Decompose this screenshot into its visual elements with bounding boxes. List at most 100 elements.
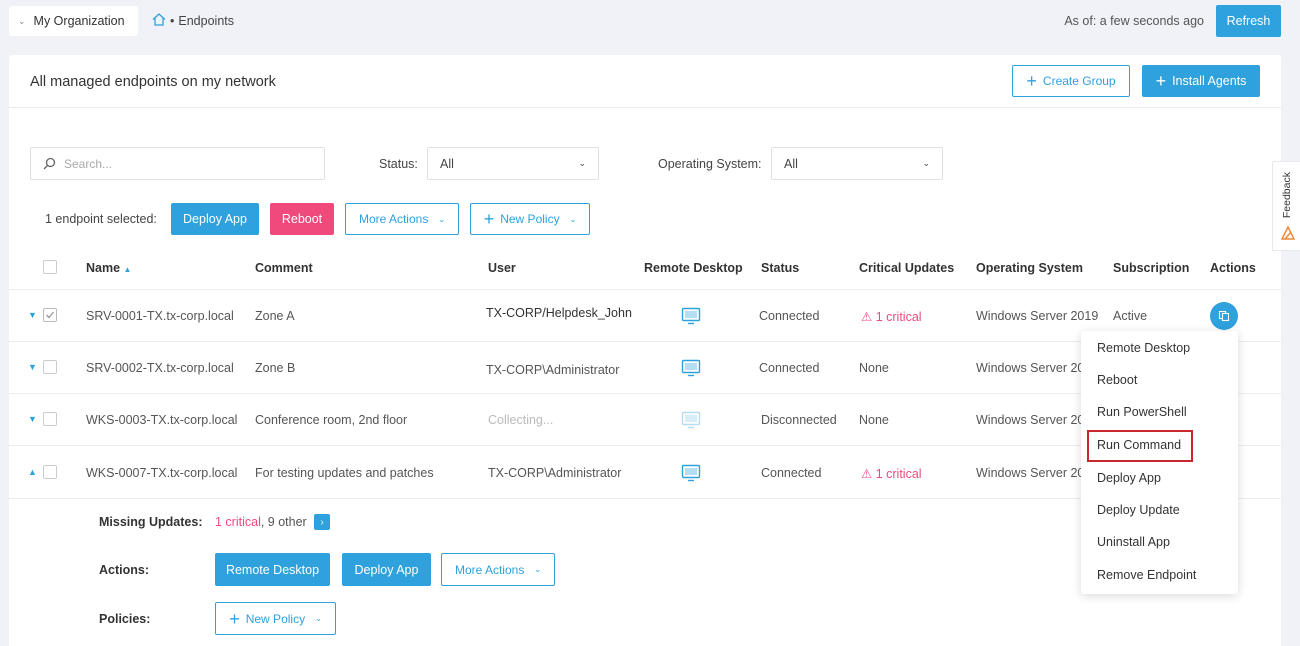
- endpoint-name[interactable]: WKS-0003-TX.tx-corp.local: [86, 413, 237, 427]
- critical-updates-value: None: [859, 361, 889, 375]
- os-filter-select[interactable]: All ⌄: [771, 147, 943, 180]
- endpoint-comment: Zone B: [255, 361, 296, 375]
- create-group-label: Create Group: [1042, 74, 1116, 88]
- detail-deploy-app-button[interactable]: Deploy App: [342, 553, 431, 586]
- new-policy-label: New Policy: [500, 212, 560, 226]
- top-bar: ⌄ My Organization • Endpoints As of: a f…: [0, 0, 1300, 42]
- bulk-more-actions-button[interactable]: More Actions ⌄: [345, 203, 459, 235]
- menu-item-reboot[interactable]: Reboot: [1097, 373, 1137, 387]
- breadcrumb-endpoints[interactable]: Endpoints: [178, 14, 234, 28]
- row-checkbox-checked[interactable]: [43, 308, 57, 322]
- feedback-icon: [1280, 225, 1296, 244]
- new-policy-label: New Policy: [245, 611, 306, 626]
- endpoint-name[interactable]: SRV-0001-TX.tx-corp.local: [86, 309, 234, 323]
- install-agents-label: Install Agents: [1172, 74, 1247, 88]
- menu-item-remote-desktop[interactable]: Remote Desktop: [1097, 341, 1190, 355]
- row-actions-button[interactable]: [1210, 302, 1238, 330]
- install-agents-button[interactable]: + Install Agents: [1142, 65, 1260, 97]
- column-header-name[interactable]: Name ▲: [86, 261, 131, 275]
- os-filter-label: Operating System:: [658, 157, 762, 171]
- critical-updates-value: None: [859, 413, 889, 427]
- menu-item-deploy-update[interactable]: Deploy Update: [1097, 503, 1180, 517]
- status-filter-select[interactable]: All ⌄: [427, 147, 599, 180]
- search-input[interactable]: [64, 156, 304, 171]
- organization-selector[interactable]: ⌄ My Organization: [9, 6, 138, 36]
- plus-icon: +: [1155, 71, 1167, 91]
- endpoint-comment: For testing updates and patches: [255, 466, 434, 480]
- endpoint-subscription: Active: [1113, 309, 1148, 323]
- create-group-button[interactable]: + Create Group: [1012, 65, 1130, 97]
- endpoint-os: Windows Server 20: [976, 466, 1085, 480]
- chevron-down-icon: ⌄: [18, 15, 26, 26]
- column-header-comment: Comment: [255, 261, 313, 275]
- detail-remote-desktop-button[interactable]: Remote Desktop: [215, 553, 330, 586]
- status-filter-value: All: [440, 156, 454, 171]
- selected-count: 1 endpoint selected:: [45, 212, 157, 226]
- remote-desktop-icon: [681, 411, 701, 429]
- missing-updates-label: Missing Updates:: [99, 515, 203, 529]
- endpoint-status: Connected: [759, 361, 820, 375]
- plus-icon: +: [483, 209, 495, 229]
- detail-new-policy-button[interactable]: + New Policy ⌄: [215, 602, 336, 635]
- search-icon: [43, 157, 56, 170]
- column-header-user: User: [488, 261, 516, 275]
- more-actions-label: More Actions: [358, 212, 429, 226]
- sort-asc-icon: ▲: [123, 265, 132, 274]
- home-icon[interactable]: [152, 13, 166, 29]
- search-box[interactable]: [30, 147, 325, 180]
- remote-desktop-icon[interactable]: [681, 358, 701, 378]
- row-checkbox[interactable]: [43, 465, 57, 479]
- page-title: All managed endpoints on my network: [30, 74, 276, 90]
- column-header-subscription: Subscription: [1113, 261, 1190, 275]
- menu-item-run-powershell[interactable]: Run PowerShell: [1097, 405, 1187, 419]
- bulk-deploy-app-button[interactable]: Deploy App: [171, 203, 259, 235]
- chevron-down-icon: ⌄: [578, 158, 586, 168]
- endpoint-status: Connected: [759, 309, 820, 323]
- missing-updates-value[interactable]: 1 critical, 9 other: [215, 515, 307, 529]
- detail-actions-label: Actions:: [99, 563, 149, 577]
- more-actions-label: More Actions: [454, 562, 525, 577]
- expand-icon[interactable]: ▼: [28, 414, 37, 424]
- run-command-highlight: [1087, 430, 1193, 462]
- critical-updates-badge[interactable]: ⚠ 1 critical: [861, 309, 922, 324]
- endpoint-name[interactable]: WKS-0007-TX.tx-corp.local: [86, 466, 237, 480]
- feedback-tab[interactable]: Feedback: [1272, 161, 1300, 251]
- endpoint-user: TX-CORP\Administrator: [486, 363, 620, 377]
- endpoint-comment: Conference room, 2nd floor: [255, 413, 408, 427]
- copy-icon: [1218, 310, 1230, 322]
- column-header-status: Status: [761, 261, 800, 275]
- remote-desktop-icon[interactable]: [681, 463, 701, 483]
- plus-icon: +: [1026, 71, 1037, 91]
- feedback-label: Feedback: [1281, 172, 1293, 219]
- remote-desktop-icon[interactable]: [681, 306, 701, 326]
- bulk-reboot-button[interactable]: Reboot: [270, 203, 334, 235]
- select-all-checkbox[interactable]: [43, 260, 57, 274]
- critical-updates-badge[interactable]: ⚠ 1 critical: [861, 466, 922, 481]
- row-checkbox[interactable]: [43, 360, 57, 374]
- detail-more-actions-button[interactable]: More Actions ⌄: [441, 553, 555, 586]
- menu-item-remove-endpoint[interactable]: Remove Endpoint: [1097, 568, 1196, 582]
- column-header-operating-system: Operating System: [976, 261, 1083, 275]
- refresh-button[interactable]: Refresh: [1216, 5, 1281, 37]
- endpoint-os: Windows Server 20: [976, 413, 1085, 427]
- expand-icon[interactable]: ▼: [28, 362, 37, 372]
- panel-header: All managed endpoints on my network + Cr…: [9, 55, 1281, 108]
- chevron-down-icon: ⌄: [315, 614, 322, 623]
- as-of-timestamp: As of: a few seconds ago: [1064, 14, 1204, 28]
- chevron-down-icon: ⌄: [534, 565, 542, 574]
- bulk-new-policy-button[interactable]: + New Policy ⌄: [470, 203, 590, 235]
- endpoint-user: Collecting...: [488, 413, 554, 427]
- chevron-right-icon[interactable]: ›: [314, 514, 330, 530]
- menu-item-deploy-app[interactable]: Deploy App: [1097, 471, 1161, 485]
- endpoint-name[interactable]: SRV-0002-TX.tx-corp.local: [86, 361, 234, 375]
- row-checkbox[interactable]: [43, 412, 57, 426]
- expand-icon[interactable]: ▼: [28, 310, 37, 320]
- column-header-actions: Actions: [1210, 261, 1256, 275]
- endpoint-os: Windows Server 2019: [976, 309, 1099, 323]
- chevron-down-icon: ⌄: [569, 214, 577, 224]
- endpoint-status: Disconnected: [761, 413, 837, 427]
- menu-item-uninstall-app[interactable]: Uninstall App: [1097, 535, 1170, 549]
- collapse-icon[interactable]: ▲: [28, 467, 37, 477]
- column-header-critical-updates: Critical Updates: [859, 261, 955, 275]
- breadcrumb: • Endpoints: [152, 13, 234, 29]
